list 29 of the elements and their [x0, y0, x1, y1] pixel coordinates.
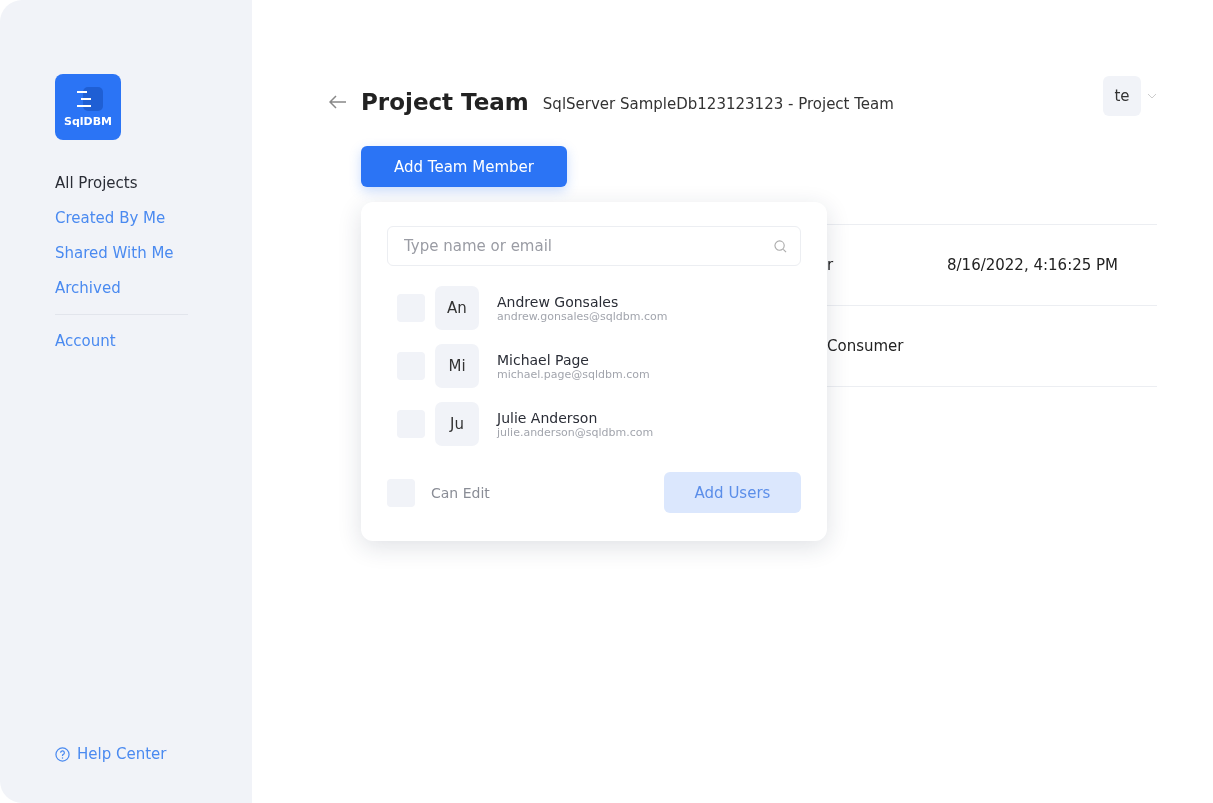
person-name: Andrew Gonsales [497, 293, 620, 310]
nav-link[interactable]: Archived [55, 279, 121, 297]
table-cell-text: Consumer [827, 337, 905, 355]
person-name: Michael Page [497, 351, 590, 368]
initials-avatar: An [435, 286, 479, 330]
nav-link[interactable]: Created By Me [55, 209, 166, 227]
person-email: michael.page@sqldbm.com [497, 367, 650, 381]
page-subtitle: SqlServer SampleDb123123123 - Project Team [542, 95, 895, 113]
nav-link[interactable]: All Projects [55, 174, 138, 192]
nav-link[interactable]: Shared With Me [55, 244, 174, 262]
help-center-link[interactable]: Help Center [55, 745, 167, 763]
page-title: Project Team [361, 89, 529, 115]
table-cell-text: 8/16/2022, 4:16:25 PM [947, 256, 1120, 274]
person-email: andrew.gonsales@sqldbm.com [497, 309, 668, 323]
help-icon [55, 746, 70, 762]
person-email: julie.anderson@sqldbm.com [497, 425, 654, 439]
chevron-down-icon[interactable] [1147, 93, 1157, 99]
person-name: Julie Anderson [497, 409, 599, 426]
user-avatar[interactable]: te [1103, 76, 1141, 116]
checkbox-label: Can Edit [431, 484, 491, 501]
table-cell-text: r [827, 256, 835, 274]
search-field[interactable]: Type name or email [387, 226, 801, 266]
search-icon [774, 240, 787, 253]
account-link[interactable]: Account [55, 332, 116, 350]
initials-avatar: Ju [435, 402, 479, 446]
back-arrow-icon[interactable] [329, 95, 347, 109]
logo-text: SqlDBM [64, 114, 112, 128]
initials-avatar: Mi [435, 344, 479, 388]
add-team-member-button[interactable]: Add Team Member [361, 146, 567, 187]
